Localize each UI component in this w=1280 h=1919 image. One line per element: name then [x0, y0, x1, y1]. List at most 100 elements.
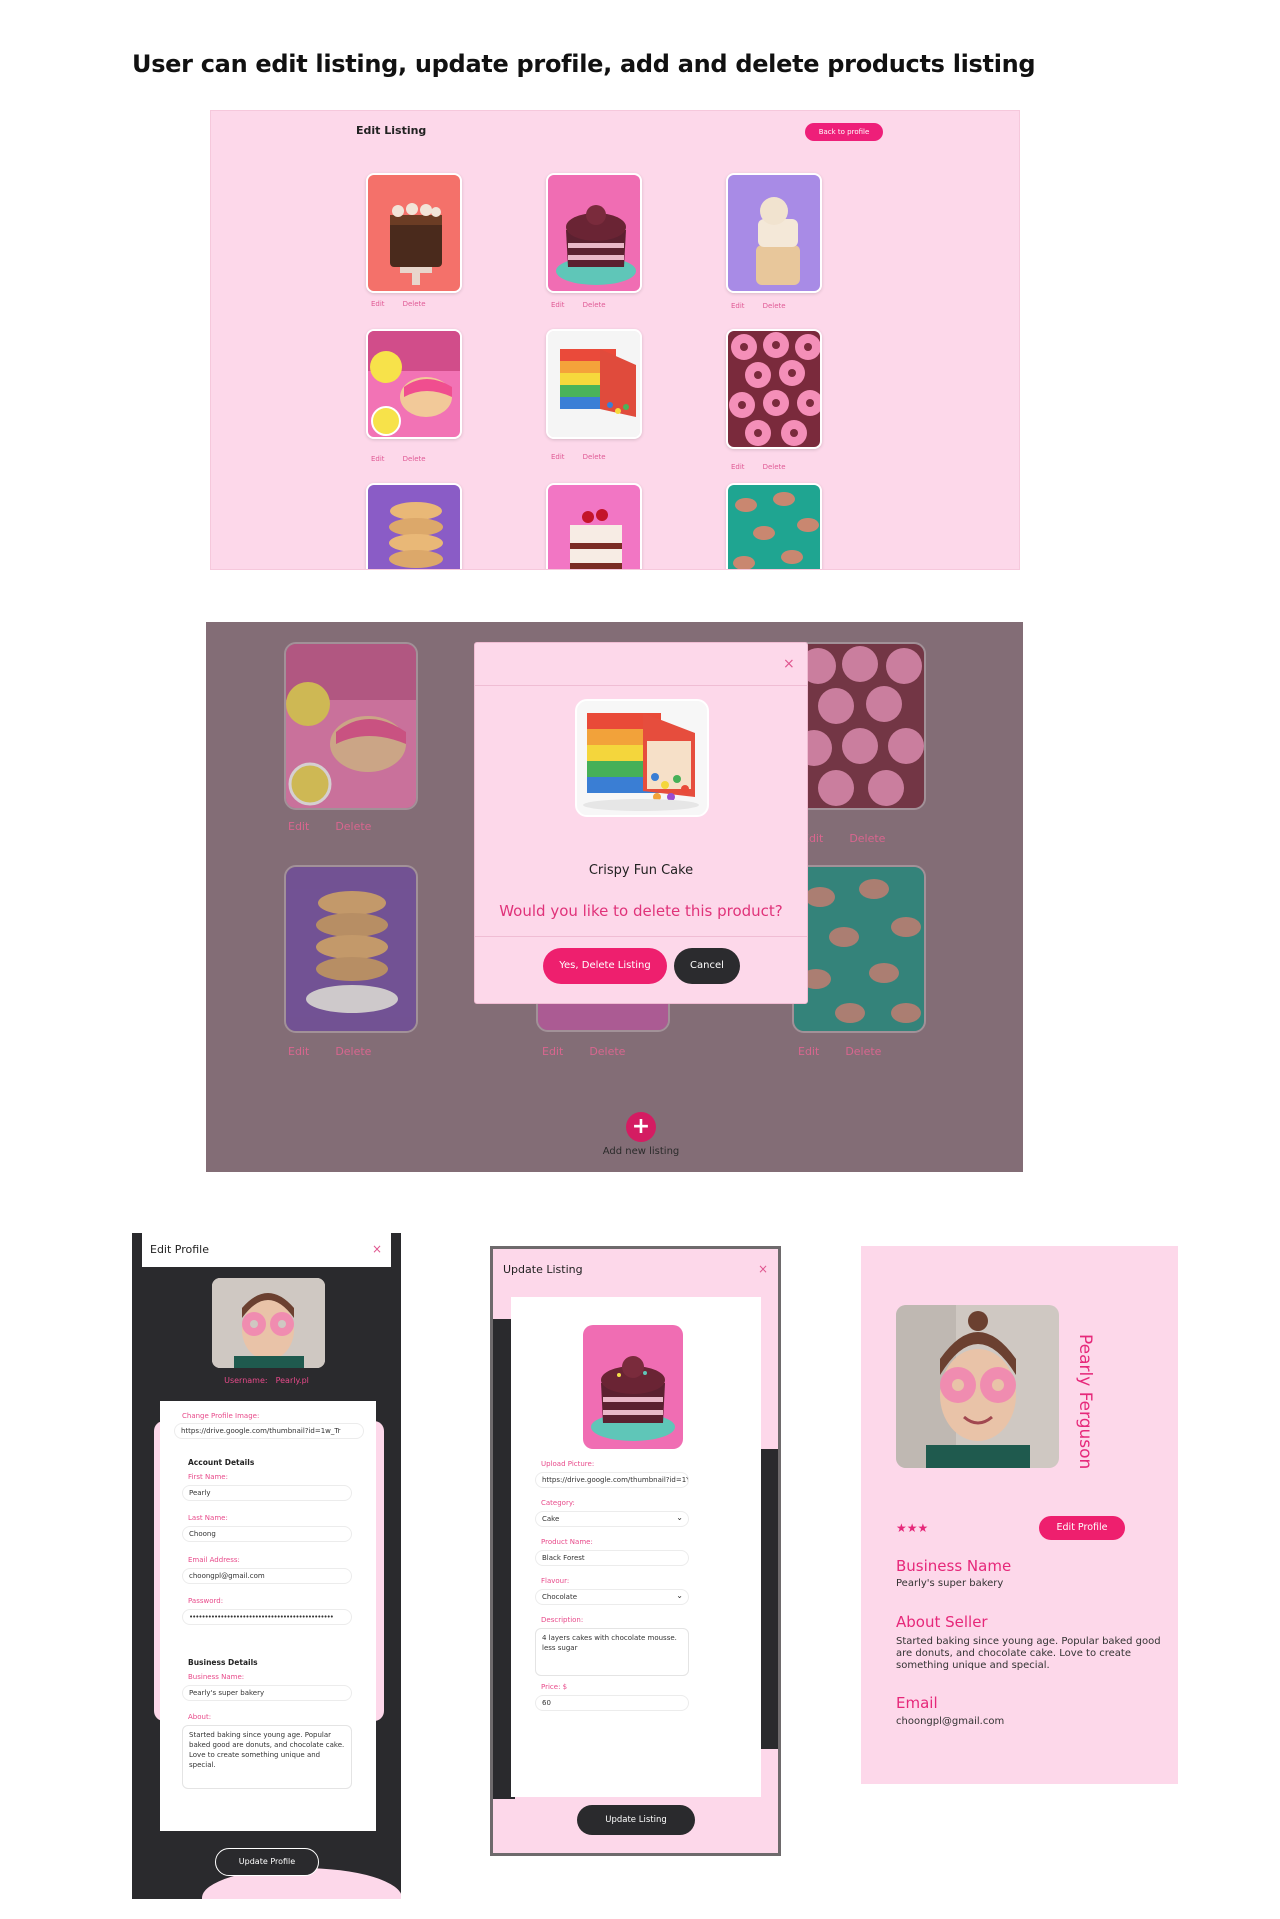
- delete-link[interactable]: Delete: [335, 1045, 371, 1058]
- edit-link[interactable]: Edit: [542, 1045, 563, 1058]
- about-seller-heading: About Seller: [896, 1613, 988, 1631]
- product-image-rainbow-cake[interactable]: [546, 329, 642, 439]
- product-image-lemon-donut[interactable]: [284, 642, 418, 810]
- modal-title: Edit Profile: [150, 1243, 210, 1256]
- edit-link[interactable]: Edit: [551, 301, 565, 309]
- product-image-chocolate-drip-cake[interactable]: [366, 173, 462, 293]
- product-image-donuts[interactable]: [726, 329, 822, 449]
- edit-link[interactable]: Edit: [731, 302, 745, 310]
- card-actions: Edit Delete: [542, 1045, 651, 1058]
- about-seller-text: Started baking since young age. Popular …: [896, 1636, 1161, 1671]
- field-label: Email Address:: [188, 1556, 240, 1564]
- modal-title: Update Listing: [503, 1263, 583, 1276]
- edit-link[interactable]: Edit: [371, 300, 385, 308]
- delete-link[interactable]: Delete: [335, 820, 371, 833]
- field-label: First Name:: [188, 1473, 228, 1481]
- upload-url-field[interactable]: https://drive.google.com/thumbnail?id=1Y: [535, 1472, 689, 1488]
- edit-link[interactable]: Edit: [288, 820, 309, 833]
- field-label: Price: $: [541, 1683, 568, 1691]
- product-image-stacked-cake[interactable]: [726, 173, 822, 293]
- close-icon[interactable]: ×: [783, 656, 795, 672]
- product-image-cherry-cake[interactable]: [546, 483, 642, 569]
- cancel-button[interactable]: Cancel: [674, 948, 740, 984]
- email-value: choongpl@gmail.com: [896, 1716, 1005, 1727]
- card-actions: Edit Delete: [371, 455, 444, 463]
- edit-listing-title: Edit Listing: [356, 124, 427, 137]
- delete-listing-panel: Edit Delete Edit Delete Edit Delete Edit Del…: [206, 622, 1023, 1172]
- edit-link[interactable]: Edit: [288, 1045, 309, 1058]
- username-value: Pearly.pl: [275, 1376, 309, 1385]
- delete-link[interactable]: Delete: [849, 832, 885, 845]
- avatar: [896, 1305, 1059, 1468]
- delete-link[interactable]: Delete: [763, 463, 786, 471]
- field-label: Product Name:: [541, 1538, 593, 1546]
- about-textarea[interactable]: Started baking since young age. Popular …: [182, 1725, 352, 1789]
- delete-link[interactable]: Delete: [845, 1045, 881, 1058]
- product-image-macarons[interactable]: [792, 865, 926, 1033]
- product-image-black-forest-cake: [583, 1325, 683, 1449]
- back-to-profile-button[interactable]: Back to profile: [805, 123, 883, 141]
- profile-image-url-field[interactable]: https://drive.google.com/thumbnail?id=1w…: [174, 1423, 364, 1439]
- username-label: Username:: [224, 1376, 268, 1385]
- delete-link[interactable]: Delete: [403, 300, 426, 308]
- email-field[interactable]: choongpl@gmail.com: [182, 1568, 352, 1584]
- edit-link[interactable]: Edit: [371, 455, 385, 463]
- add-listing-icon[interactable]: +: [626, 1112, 656, 1142]
- flavour-select[interactable]: Chocolate ⌄: [535, 1589, 689, 1605]
- edit-profile-form: Change Profile Image: https://drive.goog…: [160, 1401, 376, 1831]
- close-icon[interactable]: ×: [372, 1242, 382, 1256]
- edit-profile-button[interactable]: Edit Profile: [1039, 1516, 1125, 1540]
- password-field[interactable]: ••••••••••••••••••••••••••••••••••••••••…: [182, 1609, 352, 1625]
- delete-link[interactable]: Delete: [583, 453, 606, 461]
- last-name-field[interactable]: Choong: [182, 1526, 352, 1542]
- edit-link[interactable]: Edit: [731, 463, 745, 471]
- product-image-black-forest-cake[interactable]: [546, 173, 642, 293]
- category-value: Cake: [542, 1515, 560, 1523]
- chevron-down-icon: ⌄: [676, 1591, 683, 1600]
- business-name-field[interactable]: Pearly's super bakery: [182, 1685, 352, 1701]
- product-name: Crispy Fun Cake: [588, 863, 694, 878]
- confirm-delete-button[interactable]: Yes, Delete Listing: [543, 948, 667, 984]
- flavour-value: Chocolate: [542, 1593, 578, 1601]
- product-image-donuts[interactable]: [792, 642, 926, 810]
- product-image-rainbow-cake: [575, 699, 709, 817]
- product-name-field[interactable]: Black Forest: [535, 1550, 689, 1566]
- first-name-field[interactable]: Pearly: [182, 1485, 352, 1501]
- product-image-macarons[interactable]: [726, 483, 822, 569]
- delete-link[interactable]: Delete: [583, 301, 606, 309]
- business-name-value: Pearly's super bakery: [896, 1578, 1004, 1589]
- field-label: Change Profile Image:: [182, 1412, 260, 1420]
- delete-link[interactable]: Delete: [763, 302, 786, 310]
- field-label: Flavour:: [541, 1577, 570, 1585]
- field-label: About:: [188, 1713, 212, 1721]
- description-textarea[interactable]: 4 layers cakes with chocolate mousse. le…: [535, 1628, 689, 1676]
- card-actions: Edit Delete: [288, 1045, 397, 1058]
- field-label: Category:: [541, 1499, 575, 1507]
- page-heading: User can edit listing, update profile, a…: [132, 50, 1036, 78]
- section-heading: Business Details: [188, 1658, 258, 1667]
- update-listing-button[interactable]: Update Listing: [577, 1805, 695, 1835]
- card-actions: Edit Delete: [371, 300, 444, 308]
- edit-link[interactable]: Edit: [798, 1045, 819, 1058]
- star-rating: ★★★: [896, 1521, 929, 1535]
- delete-link[interactable]: Delete: [589, 1045, 625, 1058]
- chevron-down-icon: ⌄: [676, 1513, 683, 1522]
- section-heading: Account Details: [188, 1458, 255, 1467]
- product-image-lemon-donut[interactable]: [366, 329, 462, 439]
- update-profile-button[interactable]: Update Profile: [215, 1848, 319, 1876]
- email-heading: Email: [896, 1694, 938, 1712]
- product-image-cookies[interactable]: [366, 483, 462, 569]
- edit-link[interactable]: Edit: [551, 453, 565, 461]
- category-select[interactable]: Cake ⌄: [535, 1511, 689, 1527]
- modal-header: Edit Profile ×: [142, 1233, 391, 1267]
- card-actions: Edit Delete: [731, 302, 804, 310]
- delete-confirmation-modal: × Crispy Fun Cake Would you like to dele…: [474, 642, 808, 1004]
- delete-link[interactable]: Delete: [403, 455, 426, 463]
- field-label: Last Name:: [188, 1514, 228, 1522]
- update-listing-form: Upload Picture: https://drive.google.com…: [511, 1297, 761, 1797]
- product-image-cookies[interactable]: [284, 865, 418, 1033]
- close-icon[interactable]: ×: [758, 1262, 768, 1276]
- card-actions: Edit Delete: [798, 1045, 907, 1058]
- add-new-listing-label[interactable]: Add new listing: [566, 1146, 716, 1157]
- price-field[interactable]: 60: [535, 1695, 689, 1711]
